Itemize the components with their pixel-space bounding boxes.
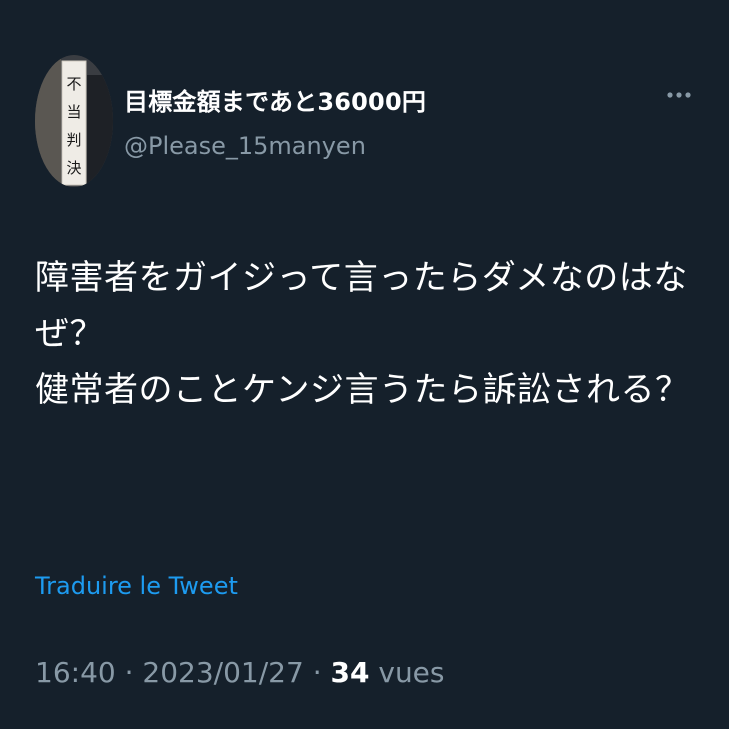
translate-tweet-link[interactable]: Traduire le Tweet [35,572,238,600]
avatar-image: 不 当 判 決 [35,55,113,187]
views-count: 34 [330,656,370,689]
tweet-text-line-2: ぜ？ [35,314,104,354]
tweet-date[interactable]: 2023/01/27 [142,656,303,689]
meta-separator: · [303,656,331,689]
tweet-time[interactable]: 16:40 [35,656,116,689]
avatar-sign-char-2: 当 [66,103,81,121]
avatar-sign-char-3: 判 [66,131,81,149]
avatar-sign-char-1: 不 [66,75,81,93]
more-options-icon[interactable] [664,84,694,106]
views-label: vues [369,656,445,689]
meta-separator: · [115,656,143,689]
avatar[interactable]: 不 当 判 決 [35,55,113,187]
tweet-text-line-1: 障害者をガイジって言ったらダメなのはな [35,258,688,298]
avatar-sign-char-4: 決 [66,159,81,177]
tweet-metadata: 16:40 · 2023/01/27 · 34 vues [35,656,445,689]
tweet-card: 不 当 判 決 目標金額まであと36000円 @Please_15manyen … [0,0,729,729]
tweet-text: 障害者をガイジって言ったらダメなのはな ぜ？ 健常者のことケンジ言うたら訴訟され… [35,250,695,418]
display-name[interactable]: 目標金額まであと36000円 [124,82,426,117]
tweet-text-line-3: 健常者のことケンジ言うたら訴訟される？ [35,370,690,410]
user-handle[interactable]: @Please_15manyen [124,132,366,160]
